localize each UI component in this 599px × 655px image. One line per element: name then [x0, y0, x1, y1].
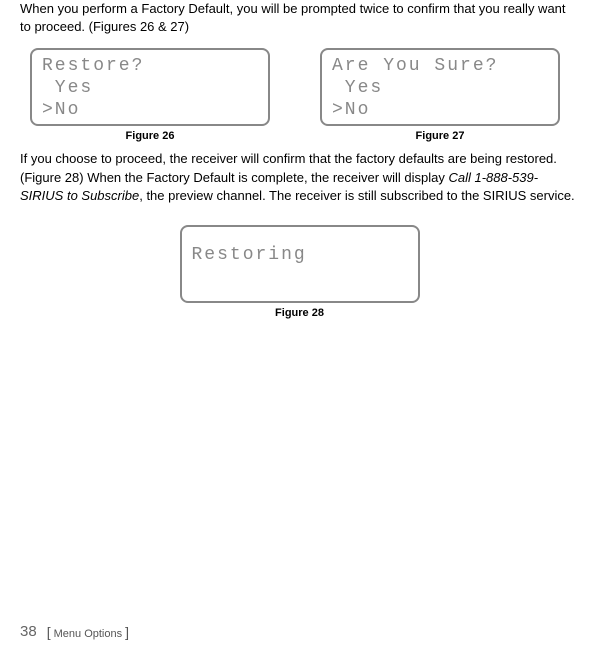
lcd-are-you-sure: Are You Sure? Yes >No [320, 48, 560, 126]
lcd-line: Yes [332, 78, 548, 100]
breadcrumb: [ Menu Options ] [47, 624, 129, 640]
figure-caption-27: Figure 27 [416, 130, 465, 142]
figure-27: Are You Sure? Yes >No Figure 27 [320, 48, 560, 142]
bracket-close: ] [125, 624, 129, 640]
page-footer: 38 [ Menu Options ] [20, 623, 129, 640]
figure-28: Restoring Figure 28 [180, 225, 420, 319]
figure-caption-26: Figure 26 [126, 130, 175, 142]
lcd-line: >No [332, 100, 548, 122]
page-number: 38 [20, 623, 37, 640]
lcd-line: Restoring [192, 245, 408, 267]
para-2: If you choose to proceed, the receiver w… [20, 150, 579, 205]
figure-26: Restore? Yes >No Figure 26 [30, 48, 270, 142]
figure-caption-28: Figure 28 [275, 307, 324, 319]
lcd-line: Are You Sure? [332, 56, 548, 78]
lcd-line: Yes [42, 78, 258, 100]
breadcrumb-section: Menu Options [51, 628, 126, 640]
figures-row: Restore? Yes >No Figure 26 Are You Sure?… [30, 48, 579, 142]
lcd-restore: Restore? Yes >No [30, 48, 270, 126]
para-2-part2: , the preview channel. The receiver is s… [139, 188, 574, 203]
figure-28-wrap: Restoring Figure 28 [20, 225, 579, 319]
lcd-line: >No [42, 100, 258, 122]
lcd-line: Restore? [42, 56, 258, 78]
lcd-restoring: Restoring [180, 225, 420, 303]
para-1: When you perform a Factory Default, you … [20, 0, 579, 36]
